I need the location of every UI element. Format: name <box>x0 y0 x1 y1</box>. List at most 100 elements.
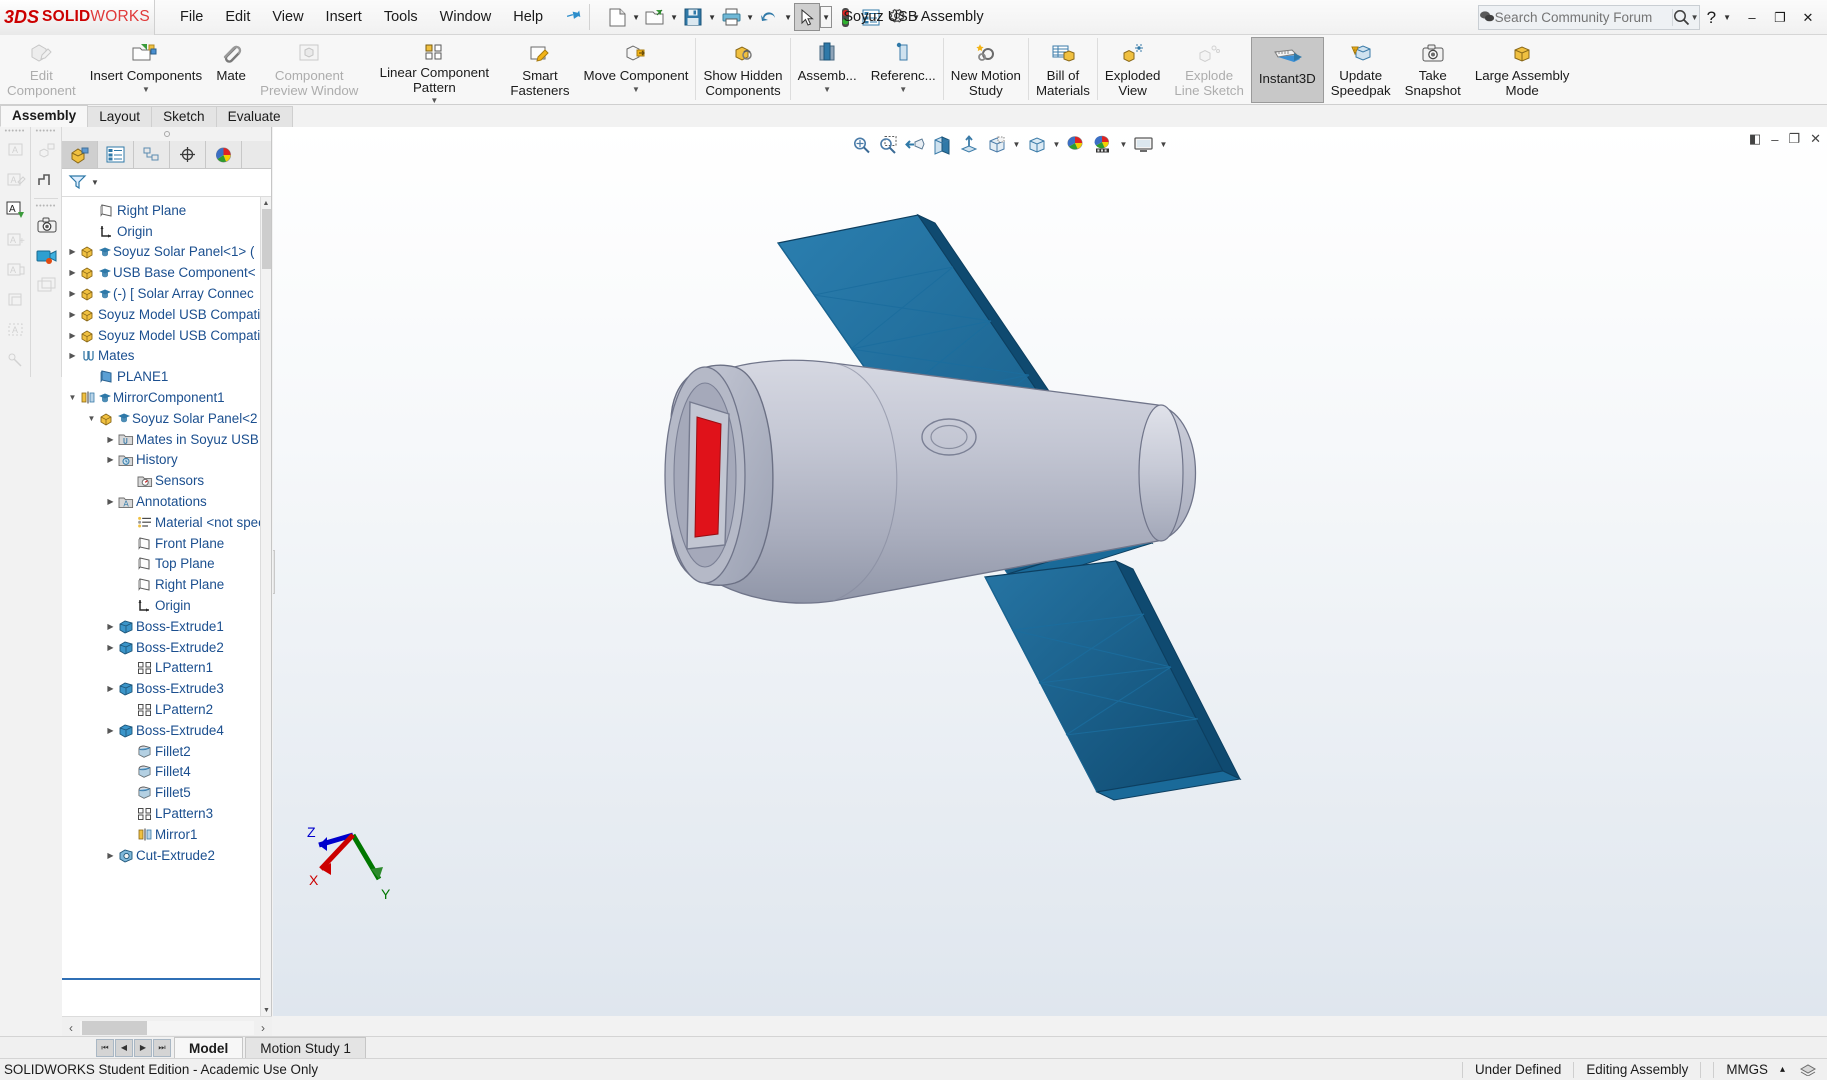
feature-tree-item[interactable]: Fillet2 <box>62 741 260 762</box>
chevron-right-icon[interactable]: ▶ <box>104 455 117 464</box>
feature-tree-item[interactable]: LPattern2 <box>62 699 260 720</box>
feature-tree-item[interactable]: ▶ USB Base Component< <box>62 262 260 283</box>
ribbon-new-motion-study[interactable]: New Motion Study <box>944 35 1028 105</box>
feature-tree-item[interactable]: ▶ Soyuz Solar Panel<1> ( <box>62 242 260 263</box>
feature-tree-item[interactable]: ▶ History <box>62 450 260 471</box>
add-annotation-icon[interactable]: A + <box>0 225 31 255</box>
note-icon[interactable]: A <box>0 165 31 195</box>
feature-tree-item[interactable]: ▶ A Annotations <box>62 491 260 512</box>
chevron-down-icon[interactable]: ▼ <box>85 414 98 423</box>
next-tab-icon[interactable]: ▶ <box>134 1038 152 1057</box>
ribbon-large-assembly-mode[interactable]: Large Assembly Mode <box>1468 35 1577 105</box>
search-input[interactable] <box>1494 10 1672 25</box>
feature-tree-filter[interactable]: ▼ <box>62 169 271 197</box>
panel-resize-handle[interactable] <box>62 127 271 141</box>
feature-tree-item[interactable]: Fillet5 <box>62 782 260 803</box>
status-units[interactable]: MMGS <box>1713 1061 1780 1078</box>
chevron-right-icon[interactable]: ▶ <box>66 310 79 319</box>
assembly-features-caret[interactable]: ▼ <box>823 85 831 94</box>
chevron-right-icon[interactable]: ▶ <box>104 435 117 444</box>
feature-tree-item[interactable]: Mirror1 <box>62 824 260 845</box>
tab-motion-study-1[interactable]: Motion Study 1 <box>245 1036 366 1059</box>
ribbon-reference-geometry[interactable]: Referenc... ▼ <box>864 35 943 105</box>
feature-tree-item[interactable]: LPattern1 <box>62 658 260 679</box>
undo-arrow-icon[interactable] <box>756 3 782 31</box>
chevron-right-icon[interactable]: ▶ <box>104 622 117 631</box>
feature-tree-item[interactable]: ▶ Boss-Extrude3 <box>62 678 260 699</box>
chevron-down-icon[interactable]: ▼ <box>66 393 79 402</box>
first-tab-icon[interactable]: ⏮ <box>96 1038 114 1057</box>
ribbon-component-preview-window[interactable]: Component Preview Window <box>253 35 365 105</box>
configuration-manager-tab[interactable] <box>134 141 170 168</box>
scroll-thumb[interactable] <box>262 209 271 269</box>
ribbon-smart-fasteners[interactable]: Smart Fasteners <box>503 35 576 105</box>
ribbon-instant3d[interactable]: Instant3D <box>1250 37 1324 103</box>
feature-tree-item[interactable]: ▶ Soyuz Model USB Compati <box>62 325 260 346</box>
toolbar-grip[interactable]: •••••• <box>31 127 61 135</box>
select-caret[interactable]: ▼ <box>820 6 833 28</box>
printer-icon[interactable] <box>718 3 744 31</box>
new-document-icon[interactable] <box>604 3 630 31</box>
chevron-right-icon[interactable]: ▶ <box>66 331 79 340</box>
chevron-right-icon[interactable]: ▶ <box>104 497 117 506</box>
tab-evaluate[interactable]: Evaluate <box>215 106 293 127</box>
scroll-down-icon[interactable]: ▼ <box>261 1004 272 1016</box>
scroll-right-icon[interactable]: › <box>254 1021 272 1035</box>
dimxpert-manager-tab[interactable] <box>170 141 206 168</box>
ribbon-mate[interactable]: Mate <box>209 35 253 105</box>
tree-vertical-scrollbar[interactable]: ▲ ▼ <box>260 197 271 1016</box>
gear-icon[interactable] <box>884 3 910 31</box>
new-document-caret[interactable]: ▼ <box>630 3 642 31</box>
menu-insert[interactable]: Insert <box>315 5 373 29</box>
last-tab-icon[interactable]: ⏭ <box>153 1038 171 1057</box>
motion-capture-icon[interactable] <box>31 240 62 270</box>
close-button[interactable]: ✕ <box>1795 5 1821 31</box>
help-button[interactable]: ? <box>1702 8 1721 28</box>
undo-caret[interactable]: ▼ <box>782 3 794 31</box>
chevron-right-icon[interactable]: ▶ <box>66 247 79 256</box>
feature-tree-item[interactable]: ▶ Mates in Soyuz USB <box>62 429 260 450</box>
menu-window[interactable]: Window <box>429 5 503 29</box>
menu-help[interactable]: Help <box>502 5 554 29</box>
step-icon[interactable] <box>31 165 62 195</box>
units-caret[interactable]: ▴ <box>1780 1064 1799 1075</box>
tab-sketch[interactable]: Sketch <box>151 106 217 127</box>
feature-tree-item[interactable]: LPattern3 <box>62 803 260 824</box>
ribbon-exploded-view[interactable]: Exploded View <box>1098 35 1167 105</box>
property-manager-tab[interactable] <box>98 141 134 168</box>
scroll-up-icon[interactable]: ▲ <box>261 197 271 209</box>
tab-model[interactable]: Model <box>174 1036 244 1059</box>
area-hatch-icon[interactable]: A <box>0 315 31 345</box>
ribbon-edit-component[interactable]: Edit Component <box>0 35 83 105</box>
feature-tree-item[interactable]: ▼ MirrorComponent1 <box>62 387 260 408</box>
feature-tree-item[interactable]: ▶ (-) [ Solar Array Connec <box>62 283 260 304</box>
feature-tree[interactable]: Right Plane Origin ▶ Soyuz Solar Panel<1> (… <box>62 197 260 1016</box>
pushpin-icon[interactable] <box>562 5 586 30</box>
tab-assembly[interactable]: Assembly <box>0 105 89 127</box>
scroll-left-icon[interactable]: ‹ <box>62 1021 80 1035</box>
display-manager-tab[interactable] <box>206 141 242 168</box>
traffic-light-icon[interactable] <box>832 3 858 31</box>
magnifier-icon[interactable] <box>1671 9 1691 26</box>
feature-tree-item[interactable]: Top Plane <box>62 554 260 575</box>
ribbon-linear-component-pattern[interactable]: Linear Component Pattern ▼ <box>365 35 503 105</box>
ribbon-bill-of-materials[interactable]: Bill of Materials <box>1029 35 1097 105</box>
assembly-feature-icon[interactable] <box>31 135 62 165</box>
chevron-right-icon[interactable]: ▶ <box>66 351 79 360</box>
open-document-caret[interactable]: ▼ <box>668 3 680 31</box>
feature-tree-item[interactable]: PLANE1 <box>62 366 260 387</box>
camera-icon[interactable] <box>31 210 62 240</box>
graphics-viewport[interactable]: ▼ ▼ ▼ ▼ ◧ – ❐ ✕ Z X Y <box>273 127 1827 1016</box>
feature-tree-item[interactable]: Sensors <box>62 470 260 491</box>
feature-tree-item[interactable]: Front Plane <box>62 533 260 554</box>
previous-tab-icon[interactable]: ◀ <box>115 1038 133 1057</box>
feature-tree-item[interactable]: ▶ Soyuz Model USB Compati <box>62 304 260 325</box>
datum-feature-icon[interactable]: A <box>0 255 31 285</box>
toolbar-grip[interactable]: •••••• <box>31 202 61 210</box>
restore-button[interactable]: ❐ <box>1767 5 1793 31</box>
properties-list-icon[interactable] <box>858 3 884 31</box>
feature-tree-item[interactable]: Right Plane <box>62 574 260 595</box>
ribbon-assembly-features[interactable]: Assemb... ▼ <box>791 35 864 105</box>
soyuz-usb-assembly-model[interactable]: Z X Y <box>273 127 1827 1016</box>
ribbon-move-component[interactable]: Move Component ▼ <box>577 35 696 105</box>
